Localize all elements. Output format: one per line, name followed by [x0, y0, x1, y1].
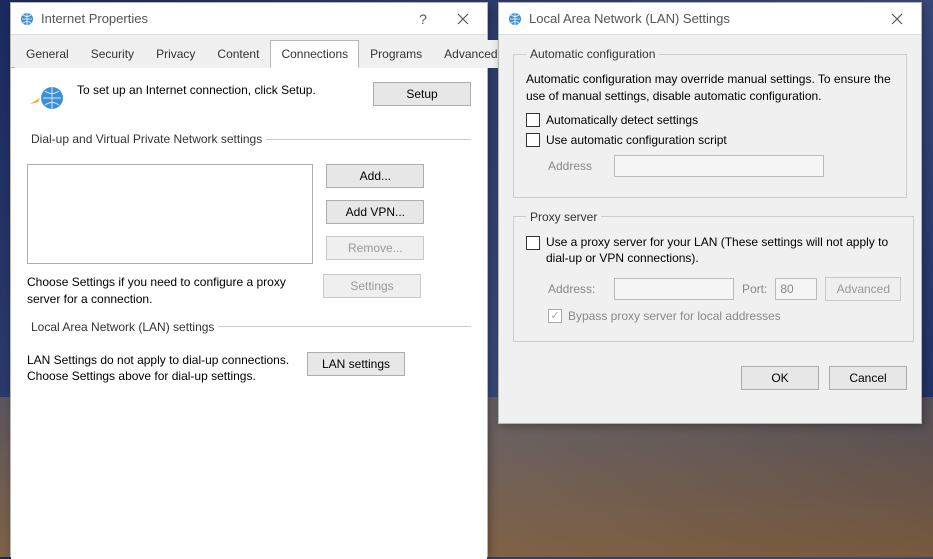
lan-group: Local Area Network (LAN) settings LAN Se… [27, 320, 471, 386]
tab-content[interactable]: Content [206, 40, 270, 68]
lan-legend: Local Area Network (LAN) settings [27, 320, 218, 334]
cancel-button[interactable]: Cancel [829, 366, 907, 390]
close-icon [891, 13, 903, 25]
tab-security[interactable]: Security [80, 40, 145, 68]
advanced-button[interactable]: Advanced [825, 277, 901, 301]
bypass-checkbox[interactable]: ✓ [548, 309, 562, 323]
auto-script-checkbox[interactable] [526, 133, 540, 147]
help-button[interactable]: ? [403, 5, 443, 33]
close-button[interactable] [443, 5, 483, 33]
setup-button[interactable]: Setup [373, 82, 471, 106]
ok-button[interactable]: OK [741, 366, 819, 390]
script-address-label: Address [548, 159, 606, 173]
tab-general[interactable]: General [15, 40, 80, 68]
proxy-port-input[interactable] [775, 278, 817, 300]
auto-script-label: Use automatic configuration script [546, 133, 727, 147]
setup-text: To set up an Internet connection, click … [77, 82, 373, 99]
proxy-group: Proxy server Use a proxy server for your… [513, 210, 914, 343]
auto-detect-checkbox[interactable] [526, 113, 540, 127]
connection-wizard-icon [27, 82, 67, 118]
tab-connections[interactable]: Connections [270, 40, 359, 68]
close-icon [457, 13, 469, 25]
lan-settings-button[interactable]: LAN settings [307, 352, 405, 376]
proxy-legend: Proxy server [526, 210, 601, 224]
internet-options-icon [19, 11, 35, 27]
add-vpn-button[interactable]: Add VPN... [326, 200, 424, 224]
connection-list[interactable] [27, 164, 313, 264]
proxy-port-label: Port: [742, 282, 767, 296]
auto-config-group: Automatic configuration Automatic config… [513, 47, 907, 198]
lan-settings-dialog: Local Area Network (LAN) Settings Automa… [498, 2, 922, 424]
use-proxy-label: Use a proxy server for your LAN (These s… [546, 234, 901, 268]
tab-privacy[interactable]: Privacy [145, 40, 206, 68]
remove-button[interactable]: Remove... [326, 236, 424, 260]
use-proxy-checkbox[interactable] [526, 236, 540, 250]
lan-settings-panel: Automatic configuration Automatic config… [499, 35, 921, 423]
proxy-address-label: Address: [548, 282, 606, 296]
dialup-group: Dial-up and Virtual Private Network sett… [27, 132, 471, 308]
bypass-label: Bypass proxy server for local addresses [568, 309, 781, 323]
add-button[interactable]: Add... [326, 164, 424, 188]
auto-config-legend: Automatic configuration [526, 47, 659, 61]
tab-strip: General Security Privacy Content Connect… [11, 35, 487, 68]
lan-note: LAN Settings do not apply to dial-up con… [27, 352, 307, 386]
tab-programs[interactable]: Programs [359, 40, 433, 68]
auto-config-desc: Automatic configuration may override man… [526, 71, 894, 105]
proxy-note: Choose Settings if you need to configure… [27, 274, 313, 308]
script-address-input[interactable] [614, 155, 824, 177]
internet-options-icon [507, 11, 523, 27]
dialup-legend: Dial-up and Virtual Private Network sett… [27, 132, 266, 146]
auto-detect-label: Automatically detect settings [546, 113, 698, 127]
titlebar[interactable]: Local Area Network (LAN) Settings [499, 3, 921, 35]
internet-properties-dialog: Internet Properties ? General Security P… [10, 2, 488, 557]
settings-button[interactable]: Settings [323, 274, 421, 298]
close-button[interactable] [877, 5, 917, 33]
titlebar[interactable]: Internet Properties ? [11, 3, 487, 35]
dialog-title: Local Area Network (LAN) Settings [529, 11, 877, 26]
proxy-address-input[interactable] [614, 278, 734, 300]
connections-panel: To set up an Internet connection, click … [11, 68, 487, 559]
dialog-title: Internet Properties [41, 11, 403, 26]
